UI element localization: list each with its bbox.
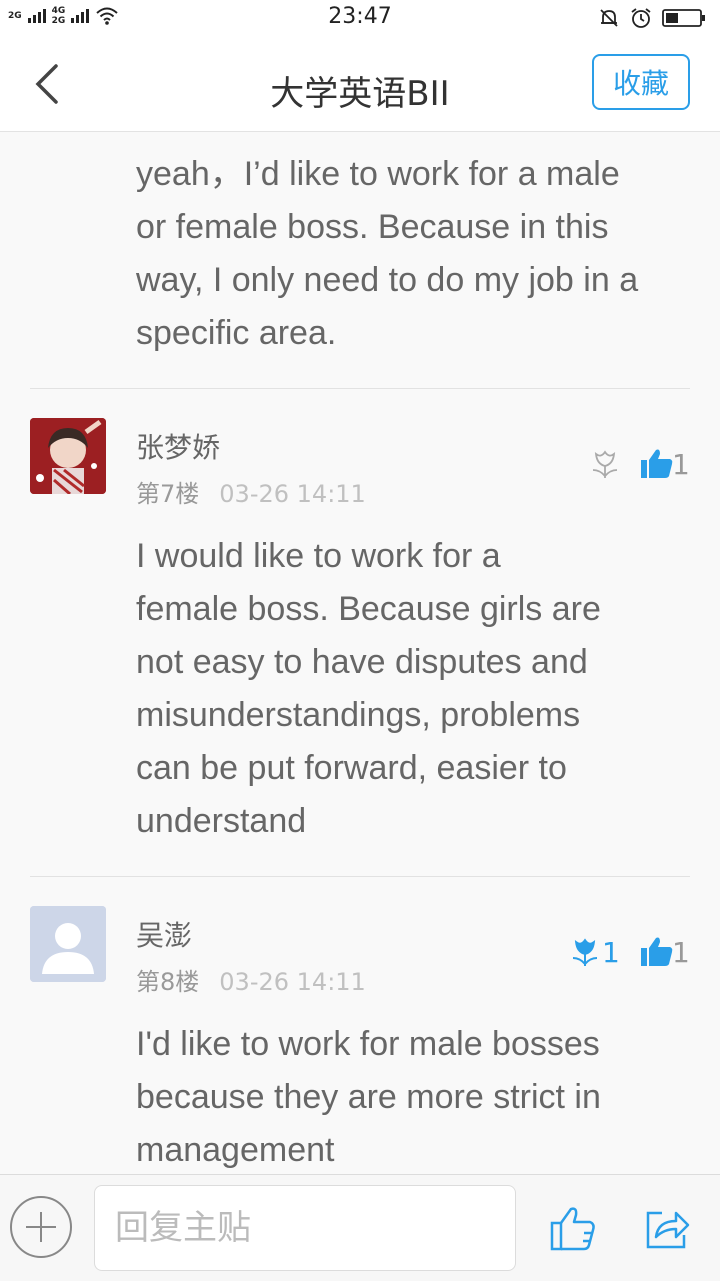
avatar[interactable] xyxy=(30,906,106,982)
battery-icon xyxy=(662,9,705,27)
thumbs-up-icon[interactable] xyxy=(550,1205,596,1251)
alarm-icon xyxy=(631,8,651,28)
status-icons xyxy=(598,7,706,29)
post-time: 03-26 14:11 xyxy=(219,480,366,508)
post-meta: 第8楼 03-26 14:11 xyxy=(136,962,366,997)
username[interactable]: 张梦娇 xyxy=(136,426,220,466)
flower-count: 1 xyxy=(602,936,620,969)
post-body: I'd like to work for male bosses because… xyxy=(136,1025,601,1169)
avatar-illustration xyxy=(30,418,106,494)
like-count: 1 xyxy=(672,448,690,481)
share-icon[interactable] xyxy=(644,1205,690,1251)
like-icon[interactable] xyxy=(640,446,674,480)
default-avatar-icon xyxy=(30,906,106,982)
status-bar: 2G 4G 2G 23:47 xyxy=(0,0,720,36)
floor-number: 第7楼 xyxy=(136,480,200,508)
floor-number: 第8楼 xyxy=(136,968,200,996)
reply-input[interactable]: 回复主贴 xyxy=(94,1185,516,1271)
divider xyxy=(30,876,690,877)
post-body: yeah，I’d like to work for a male or fema… xyxy=(136,155,639,352)
post-body: I would like to work for a female boss. … xyxy=(136,537,601,840)
header: 大学英语BII 收藏 xyxy=(0,36,720,132)
post-list[interactable]: yeah，I’d like to work for a male or fema… xyxy=(0,132,720,1174)
avatar[interactable] xyxy=(30,418,106,494)
divider xyxy=(30,388,690,389)
username[interactable]: 吴澎 xyxy=(136,914,192,954)
post-meta: 第7楼 03-26 14:11 xyxy=(136,474,366,509)
like-count: 1 xyxy=(672,936,690,969)
mute-bell-icon xyxy=(600,9,618,27)
flower-icon[interactable] xyxy=(568,934,602,968)
add-attachment-button[interactable] xyxy=(10,1196,72,1258)
post-time: 03-26 14:11 xyxy=(219,968,366,996)
flower-icon[interactable] xyxy=(588,446,622,480)
like-icon[interactable] xyxy=(640,934,674,968)
favorite-button[interactable]: 收藏 xyxy=(592,54,690,110)
reply-bar: 回复主贴 xyxy=(0,1174,720,1281)
